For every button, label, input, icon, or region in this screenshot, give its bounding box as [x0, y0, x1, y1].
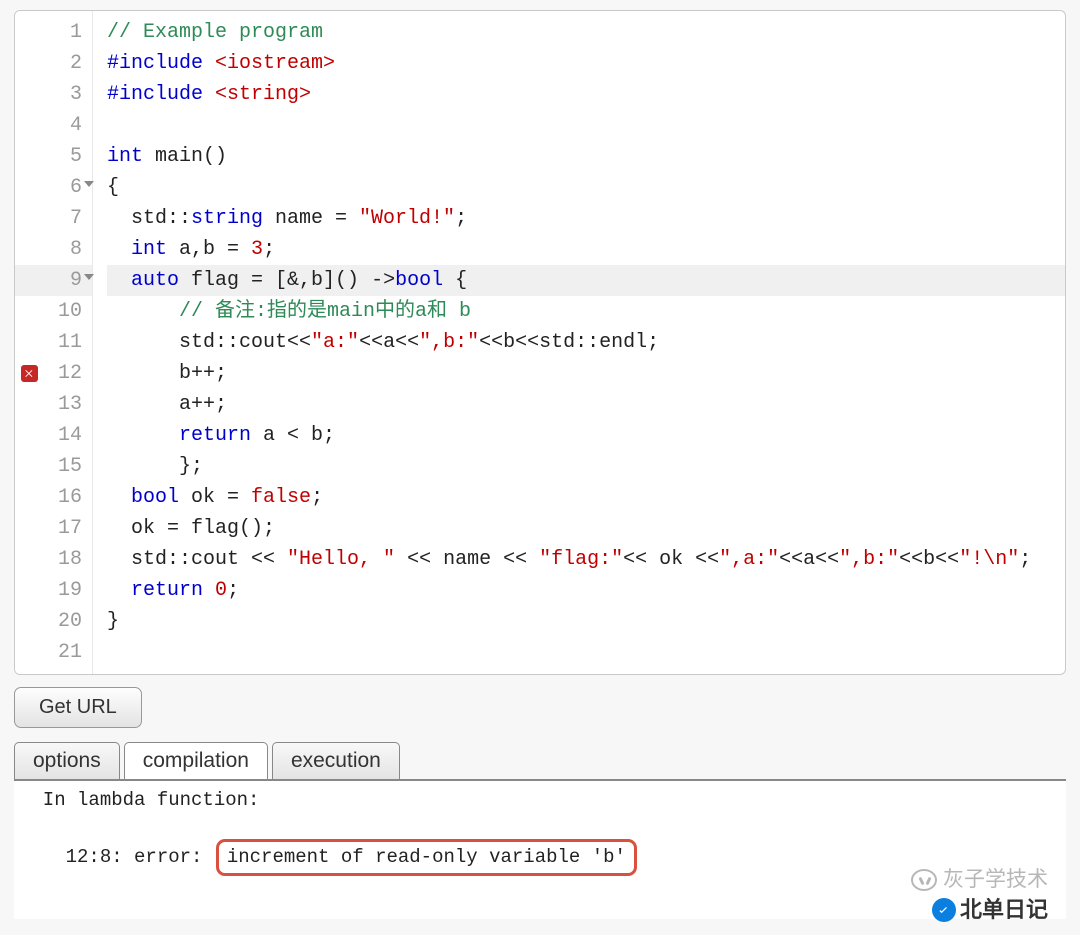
- line-number: 15: [15, 451, 92, 482]
- line-number: 12: [15, 358, 92, 389]
- code-line[interactable]: [107, 110, 1065, 141]
- tab-options[interactable]: options: [14, 742, 120, 779]
- code-line[interactable]: // 备注:指的是main中的a和 b: [107, 296, 1065, 327]
- line-number: 14: [15, 420, 92, 451]
- output-tabs: optionscompilationexecution: [14, 742, 1066, 779]
- code-line[interactable]: int main(): [107, 141, 1065, 172]
- compilation-output: In lambda function: 12:8: error: increme…: [14, 779, 1066, 919]
- code-line[interactable]: // Example program: [107, 17, 1065, 48]
- error-message-highlight: increment of read-only variable 'b': [216, 839, 637, 876]
- line-number: 18: [15, 544, 92, 575]
- line-number: 2: [15, 48, 92, 79]
- code-content[interactable]: // Example program#include <iostream>#in…: [93, 11, 1065, 674]
- watermark-block: 灰子学技术 北单日记: [911, 867, 1048, 923]
- get-url-button[interactable]: Get URL: [14, 687, 142, 728]
- line-number: 11: [15, 327, 92, 358]
- line-number: 21: [15, 637, 92, 668]
- code-line[interactable]: auto flag = [&,b]() ->bool {: [107, 265, 1065, 296]
- code-editor[interactable]: 123456789101112131415161718192021 // Exa…: [14, 10, 1066, 675]
- code-line[interactable]: std::cout << "Hello, " << name << "flag:…: [107, 544, 1065, 575]
- code-line[interactable]: return 0;: [107, 575, 1065, 606]
- code-line[interactable]: ok = flag();: [107, 513, 1065, 544]
- watermark-top: 灰子学技术: [911, 867, 1048, 893]
- output-line-error: 12:8: error: increment of read-only vari…: [20, 813, 1060, 902]
- code-line[interactable]: }: [107, 606, 1065, 637]
- code-line[interactable]: bool ok = false;: [107, 482, 1065, 513]
- line-number: 19: [15, 575, 92, 606]
- line-number: 7: [15, 203, 92, 234]
- tab-execution[interactable]: execution: [272, 742, 400, 779]
- code-line[interactable]: std::string name = "World!";: [107, 203, 1065, 234]
- line-number: 3: [15, 79, 92, 110]
- tab-compilation[interactable]: compilation: [124, 742, 268, 779]
- line-number: 6: [15, 172, 92, 203]
- line-number: 16: [15, 482, 92, 513]
- watermark-bottom: 北单日记: [911, 897, 1048, 923]
- code-line[interactable]: return a < b;: [107, 420, 1065, 451]
- output-line-context: In lambda function:: [20, 787, 1060, 813]
- line-number: 13: [15, 389, 92, 420]
- code-line[interactable]: int a,b = 3;: [107, 234, 1065, 265]
- line-number: 17: [15, 513, 92, 544]
- code-line[interactable]: };: [107, 451, 1065, 482]
- code-line[interactable]: #include <string>: [107, 79, 1065, 110]
- code-line[interactable]: a++;: [107, 389, 1065, 420]
- line-number: 10: [15, 296, 92, 327]
- code-line[interactable]: b++;: [107, 358, 1065, 389]
- error-location-prefix: 12:8: error:: [66, 846, 214, 868]
- line-number: 5: [15, 141, 92, 172]
- error-gutter-icon[interactable]: [21, 365, 38, 382]
- line-number: 1: [15, 17, 92, 48]
- code-line[interactable]: #include <iostream>: [107, 48, 1065, 79]
- line-number: 8: [15, 234, 92, 265]
- line-number-gutter: 123456789101112131415161718192021: [15, 11, 93, 674]
- code-line[interactable]: [107, 637, 1065, 668]
- code-line[interactable]: {: [107, 172, 1065, 203]
- line-number: 4: [15, 110, 92, 141]
- wechat-icon: [911, 869, 937, 891]
- check-circle-icon: [932, 898, 956, 922]
- line-number: 20: [15, 606, 92, 637]
- line-number: 9: [15, 265, 92, 296]
- code-line[interactable]: std::cout<<"a:"<<a<<",b:"<<b<<std::endl;: [107, 327, 1065, 358]
